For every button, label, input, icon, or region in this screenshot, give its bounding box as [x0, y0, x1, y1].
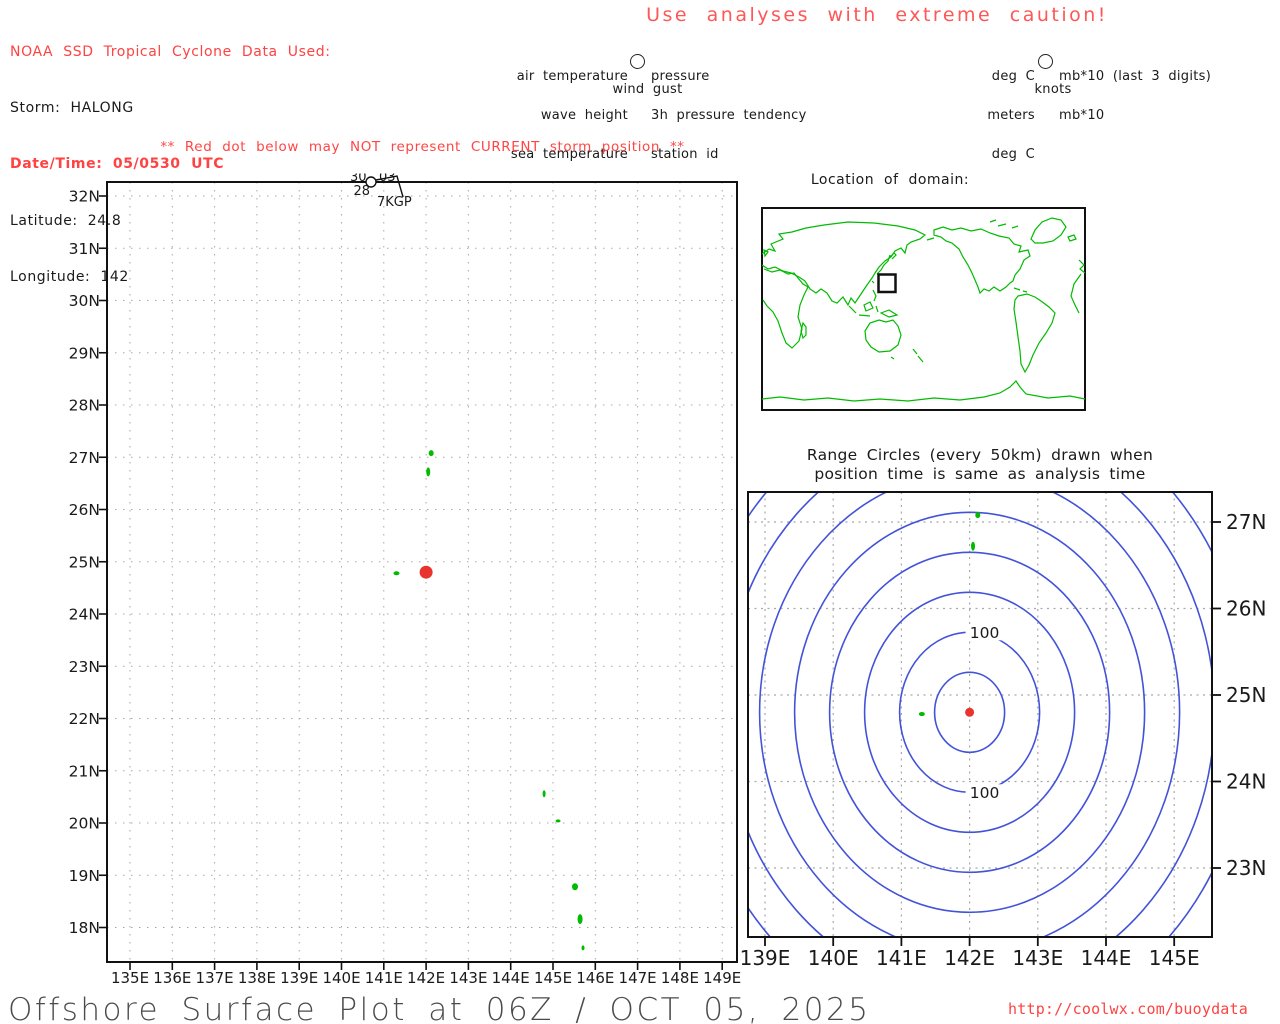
y-tick-label: 28N	[69, 397, 100, 415]
x-tick-label: 144E	[1081, 946, 1132, 970]
x-tick-label: 147E	[619, 969, 657, 987]
coastline-greenland	[1031, 218, 1066, 243]
y-tick-label: 21N	[69, 762, 100, 780]
coastline-south-america	[1014, 294, 1055, 372]
range-plot-border	[748, 492, 1212, 937]
y-tick-label: 19N	[69, 867, 100, 885]
y-tick-label: 25N	[1226, 683, 1266, 707]
y-tick-label: 26N	[1226, 597, 1266, 621]
y-tick-label: 29N	[69, 344, 100, 362]
coastline-iceland	[1068, 235, 1076, 241]
x-tick-label: 139E	[280, 969, 318, 987]
x-tick-label: 145E	[534, 969, 572, 987]
island-speck	[582, 945, 585, 950]
x-tick-label: 142E	[944, 946, 995, 970]
x-tick-label: 140E	[808, 946, 859, 970]
island-speck	[572, 883, 578, 890]
y-tick-label: 23N	[1226, 856, 1266, 880]
storm-center-dot	[965, 708, 974, 717]
coastline-europe-edge	[1071, 260, 1085, 313]
page-title: Offshore Surface Plot at 06Z / OCT 05, 2…	[8, 992, 870, 1024]
y-tick-label: 24N	[69, 606, 100, 624]
range-circle-label: 100	[970, 624, 1000, 642]
x-tick-label: 139E	[740, 946, 791, 970]
x-tick-label: 143E	[449, 969, 487, 987]
coastline-eurasia	[762, 222, 925, 305]
coastline-caribbean	[1014, 288, 1027, 292]
x-tick-label: 146E	[576, 969, 614, 987]
x-tick-label: 149E	[703, 969, 741, 987]
island-speck	[578, 914, 583, 924]
x-tick-label: 140E	[322, 969, 360, 987]
island-speck	[556, 819, 561, 822]
domain-box-marker	[879, 275, 896, 293]
coastline-antarctica	[762, 381, 1085, 401]
y-tick-label: 30N	[69, 292, 100, 310]
x-tick-label: 136E	[153, 969, 191, 987]
range-circle-label: 100	[970, 784, 1000, 802]
coastline-se-asia	[849, 281, 897, 317]
station-wave-height: 28	[353, 184, 370, 199]
main-plot: 3003135E136E137E138E139E140E141E142E143E…	[69, 170, 742, 987]
y-tick-label: 25N	[69, 553, 100, 571]
island-speck	[426, 467, 430, 476]
y-tick-label: 27N	[69, 449, 100, 467]
x-tick-label: 141E	[876, 946, 927, 970]
y-tick-label: 18N	[69, 919, 100, 937]
y-tick-label: 23N	[69, 658, 100, 676]
island-speck	[429, 450, 434, 456]
coastline-japan	[877, 253, 896, 274]
world-map-inset	[762, 208, 1085, 410]
y-tick-label: 20N	[69, 815, 100, 833]
x-tick-label: 141E	[365, 969, 403, 987]
island-speck	[971, 542, 975, 551]
x-tick-label: 145E	[1149, 946, 1200, 970]
x-tick-label: 144E	[492, 969, 530, 987]
island-speck	[975, 512, 980, 518]
x-tick-label: 142E	[407, 969, 445, 987]
x-tick-label: 148E	[661, 969, 699, 987]
y-tick-label: 32N	[69, 188, 100, 206]
y-tick-label: 24N	[1226, 770, 1266, 794]
coastline-arctic-islands	[990, 220, 1018, 228]
coastline-uk	[764, 250, 768, 256]
coastline-north-america	[927, 227, 1030, 293]
island-speck	[393, 571, 399, 575]
coastline-australia	[865, 320, 901, 359]
island-speck	[543, 790, 546, 797]
x-tick-label: 137E	[196, 969, 234, 987]
x-tick-label: 138E	[238, 969, 276, 987]
storm-position-dot	[420, 566, 433, 579]
y-tick-label: 22N	[69, 710, 100, 728]
x-tick-label: 143E	[1012, 946, 1063, 970]
source-url-link[interactable]: http://coolwx.com/buoydata	[1008, 1000, 1248, 1018]
offshore-surface-plot-page: NOAA SSD Tropical Cyclone Data Used: Sto…	[0, 0, 1280, 1024]
range-circles-plot: 100 100 139E 140E 141E 142E 143E 144E 145E 27N 26N…	[690, 392, 1267, 1024]
y-tick-label: 26N	[69, 501, 100, 519]
island-speck	[919, 712, 925, 716]
y-tick-label: 27N	[1226, 510, 1266, 534]
plot-canvas: 3003135E136E137E138E139E140E141E142E143E…	[0, 0, 1280, 1024]
x-tick-label: 135E	[111, 969, 149, 987]
station-id-label: 7KGP	[377, 195, 412, 210]
coastline-africa	[763, 269, 808, 348]
coastline-new-zealand	[913, 349, 923, 362]
inset-border	[762, 208, 1085, 410]
y-tick-label: 31N	[69, 240, 100, 258]
